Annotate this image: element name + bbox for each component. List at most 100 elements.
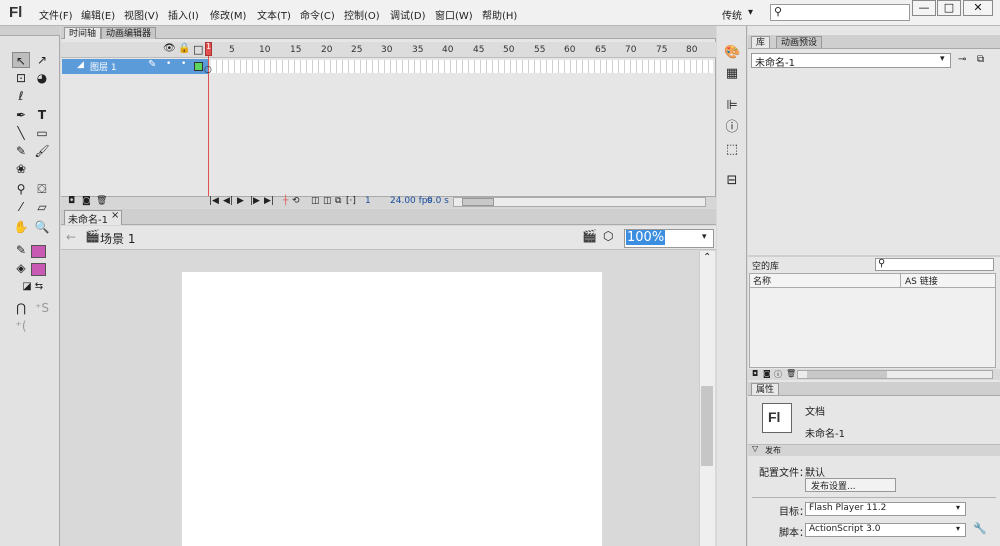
delete-layer-icon[interactable]: 🗑	[96, 196, 107, 206]
menu-edit[interactable]: 编辑(E)	[81, 7, 115, 22]
tab-properties[interactable]: 属性	[751, 383, 780, 395]
library-search-input[interactable]	[875, 258, 994, 271]
snap-magnet-icon[interactable]: ⋂	[12, 300, 30, 316]
close-button[interactable]: ✕	[963, 0, 993, 16]
align-panel-icon[interactable]: ⊫	[724, 98, 740, 114]
menu-file[interactable]: 文件(F)	[39, 7, 73, 22]
visible-dot-icon[interactable]: •	[166, 59, 171, 69]
back-arrow-icon[interactable]: ←	[66, 230, 76, 244]
document-tab-close-icon[interactable]: ×	[111, 210, 119, 221]
eraser-tool-icon[interactable]: ▱	[33, 199, 51, 215]
workspace-switcher[interactable]: 传统	[722, 7, 742, 22]
script-chevron-icon[interactable]: ▾	[956, 524, 960, 533]
pen-tool-icon[interactable]: ✒	[12, 107, 30, 123]
maximize-button[interactable]: □	[937, 0, 961, 16]
info-panel-icon[interactable]: ⓘ	[724, 120, 740, 136]
swap-colors-icon[interactable]: ⇆	[30, 279, 48, 295]
menu-debug[interactable]: 调试(D)	[390, 7, 426, 22]
library-hscroll-thumb[interactable]	[807, 371, 887, 378]
menu-commands[interactable]: 命令(C)	[300, 7, 335, 22]
center-frame-icon[interactable]: ┼	[283, 196, 288, 206]
edit-symbols-icon[interactable]: ⬡	[603, 229, 613, 243]
delete-library-icon[interactable]: 🗑	[786, 369, 796, 378]
new-layer-icon[interactable]: ◘	[68, 196, 75, 206]
tab-motion-editor[interactable]: 动画编辑器	[101, 27, 157, 39]
menu-control[interactable]: 控制(O)	[344, 7, 380, 22]
properties-library-icon[interactable]: ⓘ	[774, 369, 782, 380]
lock-dot-icon[interactable]: •	[181, 59, 186, 69]
fill-color-swatch[interactable]	[31, 263, 46, 276]
play-icon[interactable]: ▶	[237, 196, 244, 206]
onion-outline-icon[interactable]: ◫	[323, 196, 332, 206]
stage[interactable]	[182, 272, 602, 546]
last-frame-icon[interactable]: ▶|	[264, 196, 274, 206]
zoom-tool-icon[interactable]: 🔍	[33, 219, 51, 235]
library-col-name[interactable]: 名称	[753, 274, 771, 287]
free-transform-tool-icon[interactable]: ⊡	[12, 70, 30, 86]
next-frame-icon[interactable]: |▶	[250, 196, 260, 206]
menu-view[interactable]: 视图(V)	[124, 7, 159, 22]
target-chevron-icon[interactable]: ▾	[956, 503, 960, 512]
pin-library-icon[interactable]: ⊸	[958, 54, 966, 65]
menu-window[interactable]: 窗口(W)	[435, 7, 473, 22]
workspace-chevron-icon[interactable]: ▾	[748, 7, 753, 18]
components-panel-icon[interactable]: ⊟	[724, 173, 740, 189]
prev-frame-icon[interactable]: ◀|	[223, 196, 233, 206]
smooth-icon[interactable]: ⁺S	[33, 300, 51, 316]
layer-name[interactable]: 图层 1	[90, 60, 117, 73]
fps-value[interactable]: 24.00 fps	[390, 196, 432, 206]
brush-tool-icon[interactable]: 🖌	[33, 143, 51, 159]
frame-cells[interactable]	[211, 60, 713, 73]
swatches-panel-icon[interactable]: ▦	[724, 66, 740, 82]
paint-bucket-tool-icon[interactable]: ⛋	[33, 181, 51, 197]
loop-icon[interactable]: ⟲	[292, 196, 300, 206]
pencil-tool-icon[interactable]: ✎	[12, 143, 30, 159]
new-folder-library-icon[interactable]: ◙	[763, 369, 771, 378]
library-doc-chevron-icon[interactable]: ▾	[940, 54, 945, 64]
stroke-color-swatch[interactable]	[31, 245, 46, 258]
modify-markers-icon[interactable]: [·]	[346, 196, 356, 206]
menu-insert[interactable]: 插入(I)	[168, 7, 199, 22]
text-tool-icon[interactable]: T	[33, 107, 51, 123]
wrench-icon[interactable]: 🔧	[973, 522, 987, 535]
library-list[interactable]	[749, 288, 996, 368]
bone-tool-icon[interactable]: ⚲	[12, 181, 30, 197]
hand-tool-icon[interactable]: ✋	[12, 219, 30, 235]
scroll-up-icon[interactable]: ⌃	[703, 252, 711, 263]
selection-tool-icon[interactable]: ↖	[12, 52, 30, 68]
edit-scene-icon[interactable]: 🎬	[582, 229, 597, 243]
publish-section-header[interactable]	[748, 444, 1000, 456]
library-col-link[interactable]: AS 链接	[905, 274, 938, 287]
timeline-hscroll-thumb[interactable]	[462, 198, 494, 206]
new-symbol-icon[interactable]: ◘	[752, 369, 758, 378]
onion-skin-icon[interactable]: ◫	[311, 196, 320, 206]
new-library-icon[interactable]: ⧉	[977, 54, 984, 65]
straighten-icon[interactable]: ⁺(	[12, 318, 30, 334]
help-search-input[interactable]	[770, 4, 910, 21]
transform-panel-icon[interactable]: ⬚	[724, 142, 740, 158]
subselection-tool-icon[interactable]: ↗	[33, 52, 51, 68]
rectangle-tool-icon[interactable]: ▭	[33, 125, 51, 141]
tab-timeline[interactable]: 时间轴	[64, 27, 102, 39]
minimize-button[interactable]: —	[912, 0, 936, 16]
layer-outline-color[interactable]	[194, 62, 203, 71]
eyedropper-tool-icon[interactable]: ⁄	[12, 199, 30, 215]
new-folder-icon[interactable]: ◙	[82, 196, 91, 206]
line-tool-icon[interactable]: ╲	[12, 125, 30, 141]
eye-icon[interactable]: 👁	[163, 43, 176, 54]
tab-library[interactable]: 库	[751, 36, 771, 48]
outline-icon[interactable]: □	[193, 43, 203, 56]
first-frame-icon[interactable]: |◀	[209, 196, 219, 206]
edit-multiple-icon[interactable]: ⧉	[335, 196, 341, 206]
color-panel-icon[interactable]: 🎨	[724, 45, 740, 61]
lock-icon[interactable]: 🔒	[178, 43, 190, 54]
3d-rotation-tool-icon[interactable]: ◕	[33, 70, 51, 86]
menu-modify[interactable]: 修改(M)	[210, 7, 246, 22]
document-vscroll-thumb[interactable]	[701, 386, 713, 466]
menu-text[interactable]: 文本(T)	[257, 7, 291, 22]
menu-help[interactable]: 帮助(H)	[482, 7, 517, 22]
zoom-chevron-icon[interactable]: ▾	[702, 232, 707, 242]
deco-tool-icon[interactable]: ❀	[12, 161, 30, 177]
scene-label[interactable]: 场景 1	[100, 230, 135, 247]
section-collapse-icon[interactable]: ▽	[752, 444, 758, 453]
